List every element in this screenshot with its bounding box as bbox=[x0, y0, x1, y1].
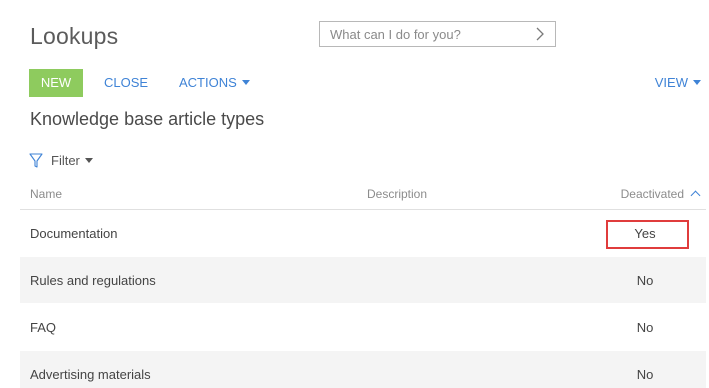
view-label: VIEW bbox=[654, 75, 688, 90]
row-deactivated: No bbox=[636, 320, 654, 335]
lookups-page: Lookups NEW CLOSE ACTIONS VIEW Knowledge… bbox=[0, 0, 709, 388]
column-header-name[interactable]: Name bbox=[30, 187, 62, 201]
row-deactivated: No bbox=[636, 273, 654, 288]
caret-down-icon bbox=[241, 80, 250, 85]
funnel-icon bbox=[29, 152, 43, 168]
highlight-box bbox=[606, 220, 689, 249]
row-deactivated: No bbox=[636, 367, 654, 382]
sort-ascending-icon bbox=[690, 190, 701, 201]
filter-label: Filter bbox=[51, 152, 80, 168]
table-row[interactable]: FAQ No bbox=[20, 304, 706, 350]
chevron-right-icon[interactable] bbox=[533, 26, 547, 42]
column-header-deactivated[interactable]: Deactivated bbox=[620, 187, 701, 201]
table-row[interactable]: Advertising materials No bbox=[20, 351, 706, 388]
command-line[interactable] bbox=[319, 21, 556, 47]
caret-down-icon bbox=[693, 80, 701, 85]
actions-button[interactable]: ACTIONS bbox=[179, 69, 250, 97]
page-title: Lookups bbox=[30, 23, 119, 49]
command-input[interactable] bbox=[320, 22, 525, 46]
grid-header: Name Description Deactivated bbox=[20, 178, 706, 210]
close-button[interactable]: CLOSE bbox=[104, 69, 148, 97]
table-row[interactable]: Rules and regulations No bbox=[20, 257, 706, 303]
view-button[interactable]: VIEW bbox=[655, 69, 701, 97]
table-row[interactable]: Documentation Yes bbox=[20, 210, 706, 256]
row-name: Documentation bbox=[30, 226, 118, 241]
column-header-description[interactable]: Description bbox=[367, 187, 427, 201]
caret-down-icon bbox=[84, 157, 93, 163]
row-name: FAQ bbox=[30, 320, 57, 335]
actions-label: ACTIONS bbox=[179, 75, 237, 90]
row-name: Rules and regulations bbox=[30, 273, 156, 288]
section-title: Knowledge base article types bbox=[30, 109, 265, 129]
filter-button[interactable]: Filter bbox=[29, 152, 93, 168]
row-name: Advertising materials bbox=[30, 367, 151, 382]
new-button[interactable]: NEW bbox=[29, 69, 83, 97]
column-header-deactivated-label: Deactivated bbox=[620, 187, 684, 201]
